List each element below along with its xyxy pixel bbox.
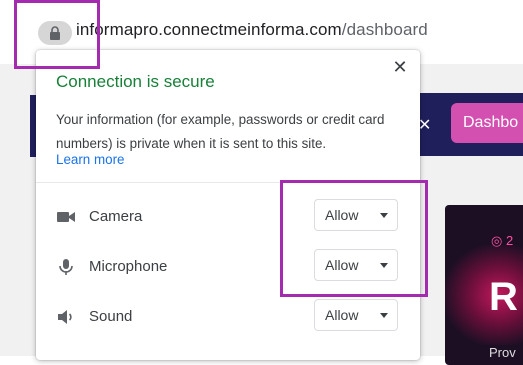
select-value: Allow: [325, 307, 359, 323]
card-big-text: R: [489, 275, 518, 319]
microphone-icon: [59, 259, 73, 275]
card-top-text: 2: [505, 233, 514, 248]
camera-icon: [57, 212, 75, 222]
sound-permission-select[interactable]: Allow: [314, 299, 398, 331]
dashboard-button[interactable]: Dashbo: [451, 103, 523, 143]
permission-label: Sound: [89, 308, 133, 325]
highlight-box-permissions: [280, 180, 428, 297]
url-domain: informapro.connectmeinforma.com: [76, 20, 342, 39]
card-badge: ◎ 2: [491, 233, 514, 248]
chevron-down-icon: [380, 313, 388, 318]
permission-label: Microphone: [89, 258, 168, 275]
highlight-box-lock: [14, 0, 100, 69]
card-bottom-text: Prov: [489, 345, 516, 360]
learn-more-link[interactable]: Learn more: [56, 152, 124, 167]
popup-title: Connection is secure: [56, 72, 215, 91]
promo-card[interactable]: ◎ 2 R Prov: [445, 205, 523, 365]
url-path: /dashboard: [341, 20, 428, 39]
permission-label: Camera: [89, 208, 143, 225]
close-icon[interactable]: ✕: [390, 57, 410, 77]
popup-description: Your information (for example, passwords…: [56, 112, 385, 151]
permission-row-sound: Sound Allow: [36, 299, 420, 335]
url-text[interactable]: informapro.connectmeinforma.com/dashboar…: [76, 20, 428, 40]
speaker-icon: [58, 310, 72, 324]
tools-icon[interactable]: ✕: [418, 115, 431, 135]
